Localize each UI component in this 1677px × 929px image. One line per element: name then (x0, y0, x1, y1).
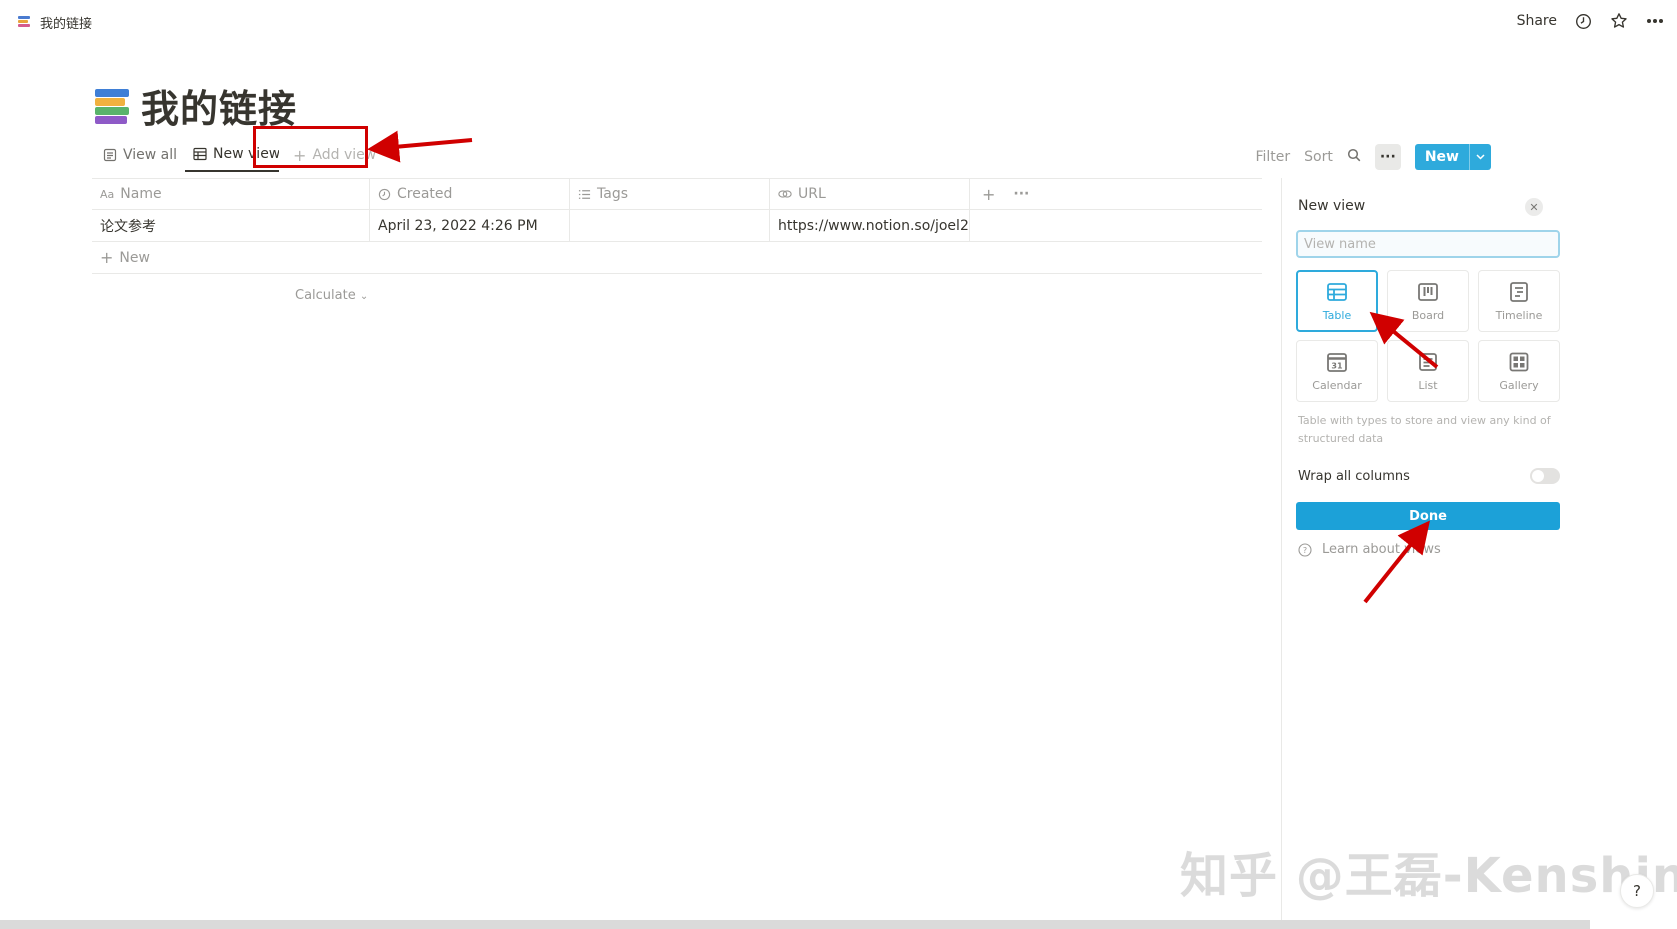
column-header-created[interactable]: Created (370, 179, 570, 209)
new-button[interactable]: New (1414, 144, 1491, 170)
horizontal-scrollbar[interactable] (0, 920, 1590, 929)
tab-label: View all (123, 147, 178, 163)
more-icon[interactable]: ··· (1013, 186, 1029, 202)
more-options-button[interactable]: ··· (1374, 144, 1401, 170)
database-table: Aa Name Created Tags URL + ··· 论文参考 Apri… (92, 178, 1262, 274)
cell-created[interactable]: April 23, 2022 4:26 PM (370, 210, 570, 241)
view-option-label: Timeline (1495, 308, 1543, 322)
page-icon (103, 148, 117, 162)
page-header: 我的链接 (95, 78, 297, 133)
tab-view-all[interactable]: View all (95, 138, 185, 172)
view-type-grid: Table Board Timeline 31 Calendar List Ga… (1296, 270, 1560, 402)
table-header: Aa Name Created Tags URL + ··· (92, 178, 1262, 210)
view-description: Table with types to store and view any k… (1298, 414, 1551, 445)
add-row-button[interactable]: + New (92, 242, 1262, 274)
annotation-highlight-box (253, 126, 368, 168)
view-option-gallery[interactable]: Gallery (1478, 340, 1560, 402)
view-option-timeline[interactable]: Timeline (1478, 270, 1560, 332)
learn-label: Learn about views (1322, 542, 1441, 557)
svg-text:?: ? (1303, 546, 1307, 555)
view-option-list[interactable]: List (1387, 340, 1469, 402)
view-option-label: Gallery (1499, 378, 1539, 392)
view-option-table[interactable]: Table (1296, 270, 1378, 332)
view-option-label: Board (1411, 308, 1445, 322)
new-view-panel: New view ✕ Table Board Timeline 31 Calen… (1281, 178, 1573, 929)
cell-name[interactable]: 论文参考 (92, 210, 370, 241)
more-icon[interactable] (1645, 11, 1665, 31)
svg-text:31: 31 (1331, 361, 1343, 370)
column-header-tags[interactable]: Tags (570, 179, 770, 209)
sort-button[interactable]: Sort (1304, 149, 1333, 165)
add-column-icon[interactable]: + (982, 185, 995, 204)
board-icon (1418, 282, 1438, 301)
close-icon[interactable]: ✕ (1525, 198, 1543, 216)
link-icon (778, 190, 792, 198)
calculate-button[interactable]: Calculate ⌄ (295, 288, 368, 303)
wrap-columns-row: Wrap all columns (1298, 468, 1560, 484)
cell-url[interactable]: https://www.notion.so/joel256 (770, 210, 970, 241)
share-button[interactable]: Share (1517, 13, 1557, 29)
clock-icon (378, 188, 391, 200)
database-toolbar: Filter Sort ··· New (1255, 144, 1491, 170)
breadcrumb[interactable]: 我的链接 (18, 13, 92, 32)
clock-icon[interactable] (1573, 11, 1593, 31)
calendar-icon: 31 (1327, 352, 1347, 372)
star-icon[interactable] (1609, 11, 1629, 31)
text-property-icon: Aa (100, 187, 115, 201)
watermark: 知乎 @王磊-Kenshin (1180, 848, 1677, 904)
new-row-label: New (119, 249, 150, 266)
table-icon (1327, 282, 1347, 301)
new-button-label: New (1424, 149, 1459, 165)
help-circle-icon: ? (1298, 542, 1312, 557)
table-row[interactable]: 论文参考 April 23, 2022 4:26 PM https://www.… (92, 210, 1262, 242)
list-view-icon (1419, 352, 1437, 371)
column-actions: + ··· (970, 179, 1037, 209)
view-option-label: Calendar (1312, 378, 1362, 392)
view-option-board[interactable]: Board (1387, 270, 1469, 332)
chevron-down-icon[interactable] (1469, 144, 1491, 170)
search-icon[interactable] (1347, 148, 1361, 166)
panel-title: New view (1298, 198, 1366, 214)
plus-icon: + (100, 248, 114, 267)
arrow-to-add-view (367, 130, 473, 163)
column-label: Tags (597, 186, 628, 202)
view-name-input[interactable] (1296, 230, 1560, 258)
filter-button[interactable]: Filter (1255, 149, 1290, 165)
wrap-columns-toggle[interactable] (1530, 468, 1560, 484)
wrap-columns-label: Wrap all columns (1298, 468, 1410, 484)
column-label: URL (798, 186, 826, 202)
list-icon (578, 189, 591, 199)
calculate-label: Calculate (295, 288, 356, 303)
page-title[interactable]: 我的链接 (141, 78, 297, 133)
timeline-icon (1510, 281, 1528, 302)
books-icon (95, 87, 131, 125)
learn-about-views-link[interactable]: ? Learn about views (1298, 542, 1441, 557)
view-option-label: Table (1322, 308, 1352, 322)
books-icon (18, 15, 32, 30)
gallery-icon (1509, 352, 1529, 371)
top-bar: 我的链接 Share (0, 0, 1677, 44)
column-label: Created (397, 186, 453, 202)
column-header-url[interactable]: URL (770, 179, 970, 209)
cell-tags[interactable] (570, 210, 770, 241)
chevron-down-icon: ⌄ (359, 291, 369, 302)
view-option-calendar[interactable]: 31 Calendar (1296, 340, 1378, 402)
view-option-label: List (1418, 378, 1438, 392)
breadcrumb-label: 我的链接 (40, 17, 93, 32)
table-icon (193, 147, 207, 161)
column-label: Name (120, 186, 162, 202)
done-button[interactable]: Done (1296, 502, 1560, 530)
column-header-name[interactable]: Aa Name (92, 179, 370, 209)
help-button[interactable]: ? (1620, 874, 1654, 908)
